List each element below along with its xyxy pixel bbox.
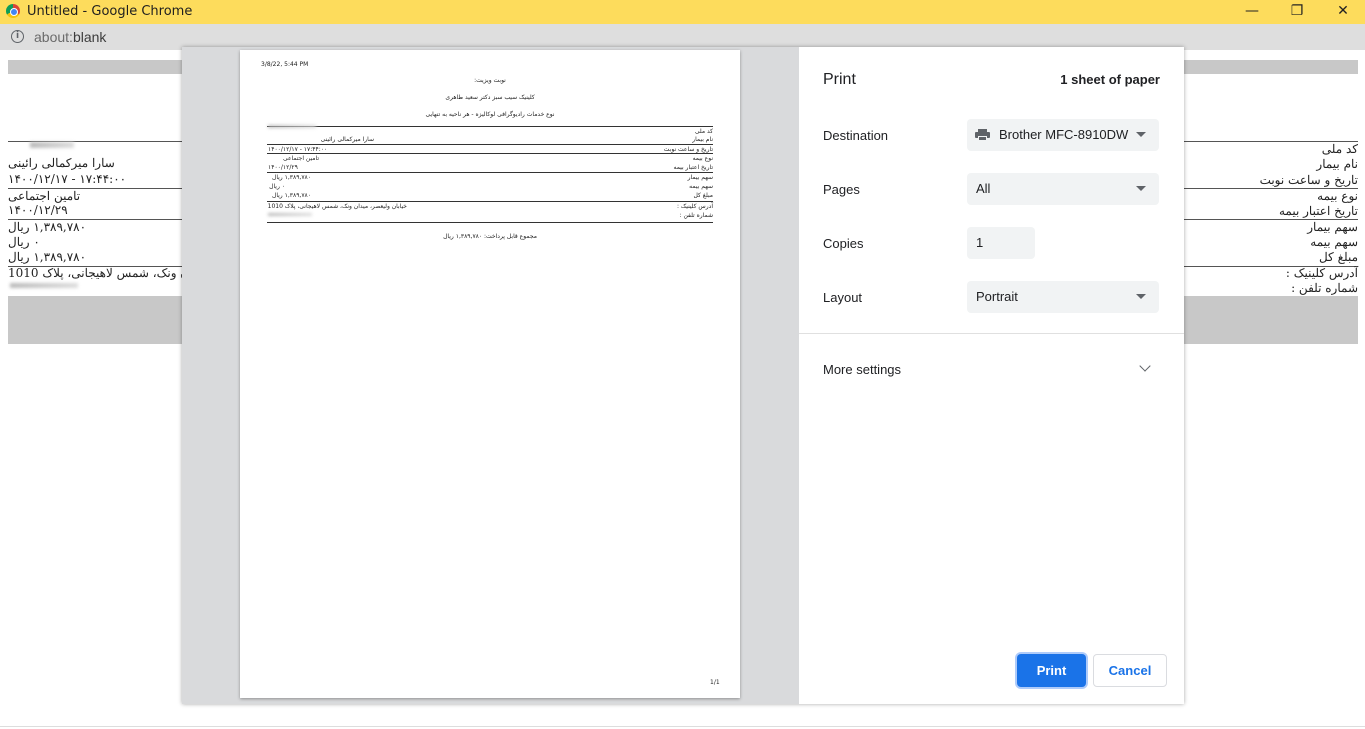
divider [267, 144, 713, 145]
sheet-count: 1 sheet of paper [1060, 72, 1160, 87]
dropdown-caret-icon [1136, 132, 1146, 137]
divider [267, 222, 713, 223]
cancel-button[interactable]: Cancel [1093, 654, 1167, 687]
preview-label-insurance-expiry: تاریخ اعتبار بیمه [673, 164, 713, 171]
label-patient-share: سهم بیمار [1307, 220, 1358, 234]
url-scheme: about: [34, 29, 73, 45]
preview-page: 3/8/22, 5:44 PM نوبت ویزیت: کلینیک سیب س… [240, 50, 740, 698]
preview-label-phone: شماره تلفن : [679, 212, 713, 219]
appointment-value: ۱۴۰۰/۱۲/۱۷ - ۱۷:۴۴:۰۰ [8, 172, 127, 186]
insurance-type-value: تامین اجتماعی [8, 189, 81, 203]
divider [267, 201, 713, 202]
preview-insurance-expiry: ۱۴۰۰/۱۲/۲۹ [268, 164, 298, 171]
preview-address: خیابان ولیعصر، میدان ونک، شمس لاهیجانی، … [267, 203, 407, 210]
divider [267, 126, 713, 127]
preview-timestamp: 3/8/22, 5:44 PM [261, 61, 309, 68]
window-title: Untitled - Google Chrome [27, 4, 193, 19]
label-insurance-type: نوع بیمه [1317, 189, 1358, 203]
label-insurance-share: سهم بیمه [1310, 235, 1358, 249]
label-appointment: تاریخ و ساعت نوبت [1259, 173, 1358, 187]
print-button[interactable]: Print [1017, 654, 1086, 687]
preview-total: ۱,۳۸۹,۷۸۰ ریال [271, 192, 311, 199]
label-insurance-expiry: تاریخ اعتبار بیمه [1278, 204, 1358, 218]
destination-value: Brother MFC-8910DW [999, 127, 1129, 142]
url-path: blank [72, 29, 107, 45]
print-settings-panel: Print 1 sheet of paper Destination Broth… [799, 47, 1184, 704]
preview-total-payable: مجموع قابل پرداخت: ۱,۳۸۹,۷۸۰ ریال [443, 233, 537, 240]
preview-clinic-name: کلینیک سیب سبز دکتر سعید طاهری [445, 94, 535, 101]
preview-patient-share: ۱,۳۸۹,۷۸۰ ریال [271, 174, 311, 181]
redacted-phone [10, 283, 78, 288]
info-icon[interactable]: i [11, 30, 24, 43]
divider [799, 333, 1184, 334]
minimize-button[interactable]: — [1229, 0, 1275, 24]
copies-input[interactable]: 1 [967, 227, 1035, 259]
preview-label-patient-name: نام بیمار [692, 136, 713, 143]
divider [0, 726, 1365, 727]
preview-label-insurance-type: نوع بیمه [692, 155, 713, 162]
pages-label: Pages [823, 182, 860, 197]
dropdown-caret-icon [1136, 294, 1146, 299]
layout-value: Portrait [976, 289, 1018, 304]
copies-label: Copies [823, 236, 864, 251]
patient-share-value: ۱,۳۸۹,۷۸۰ ریال [8, 220, 87, 234]
preview-heading: نوبت ویزیت: [474, 77, 506, 84]
pages-select[interactable]: All [967, 173, 1159, 205]
maximize-button[interactable]: ❐ [1274, 0, 1320, 24]
destination-label: Destination [823, 128, 889, 143]
layout-select[interactable]: Portrait [967, 281, 1159, 313]
preview-service-type: نوع خدمات رادیوگرافی لوکالیزه - هر ناحیه… [425, 111, 555, 118]
redacted-national-id [268, 125, 316, 128]
label-total: مبلغ کل [1318, 250, 1358, 264]
label-phone: شماره تلفن : [1291, 281, 1358, 295]
preview-insurance-share: ۰ ریال [269, 183, 285, 190]
pages-value: All [976, 181, 991, 196]
redacted-phone [268, 213, 312, 216]
dropdown-caret-icon [1136, 186, 1146, 191]
divider [267, 153, 713, 154]
preview-label-total: مبلغ کل [693, 192, 713, 199]
preview-patient-name: سارا میرکمالی رائینی [320, 136, 374, 143]
redacted-national-id [30, 142, 74, 148]
chrome-logo-icon [6, 4, 20, 18]
label-patient-name: نام بیمار [1316, 157, 1358, 171]
preview-insurance-type: تامین اجتماعی [282, 155, 319, 162]
preview-appointment: ۱۴۰۰/۱۲/۱۷ - ۱۷:۴۴:۰۰ [268, 146, 328, 153]
label-address: آدرس کلینیک : [1285, 266, 1358, 280]
preview-label-patient-share: سهم بیمار [687, 174, 713, 181]
insurance-expiry-value: ۱۴۰۰/۱۲/۲۹ [8, 203, 68, 217]
layout-label: Layout [823, 290, 863, 305]
divider [267, 172, 713, 173]
insurance-share-value: ۰ ریال [8, 235, 40, 249]
printer-icon [975, 129, 990, 141]
window-titlebar: Untitled - Google Chrome — ❐ ✕ [0, 0, 1365, 24]
preview-label-insurance-share: سهم بیمه [689, 183, 713, 190]
close-window-button[interactable]: ✕ [1320, 0, 1365, 24]
label-national-id: کد ملی [1321, 142, 1358, 156]
total-value: ۱,۳۸۹,۷۸۰ ریال [8, 250, 87, 264]
more-settings-toggle[interactable]: More settings [823, 362, 901, 377]
print-dialog: 3/8/22, 5:44 PM نوبت ویزیت: کلینیک سیب س… [182, 47, 1184, 704]
preview-label-national-id: کد ملی [694, 128, 713, 135]
print-preview-area: 3/8/22, 5:44 PM نوبت ویزیت: کلینیک سیب س… [182, 47, 799, 704]
patient-name-value: سارا میرکمالی رائینی [8, 156, 115, 170]
preview-label-appointment: تاریخ و ساعت نوبت [663, 146, 713, 153]
preview-label-address: آدرس کلینیک : [676, 203, 713, 210]
destination-select[interactable]: Brother MFC-8910DW [967, 119, 1159, 151]
print-heading: Print [823, 71, 856, 88]
preview-page-number: 1/1 [710, 679, 720, 686]
url-text[interactable]: about:blank [34, 29, 106, 45]
chevron-down-icon[interactable] [1139, 360, 1151, 372]
